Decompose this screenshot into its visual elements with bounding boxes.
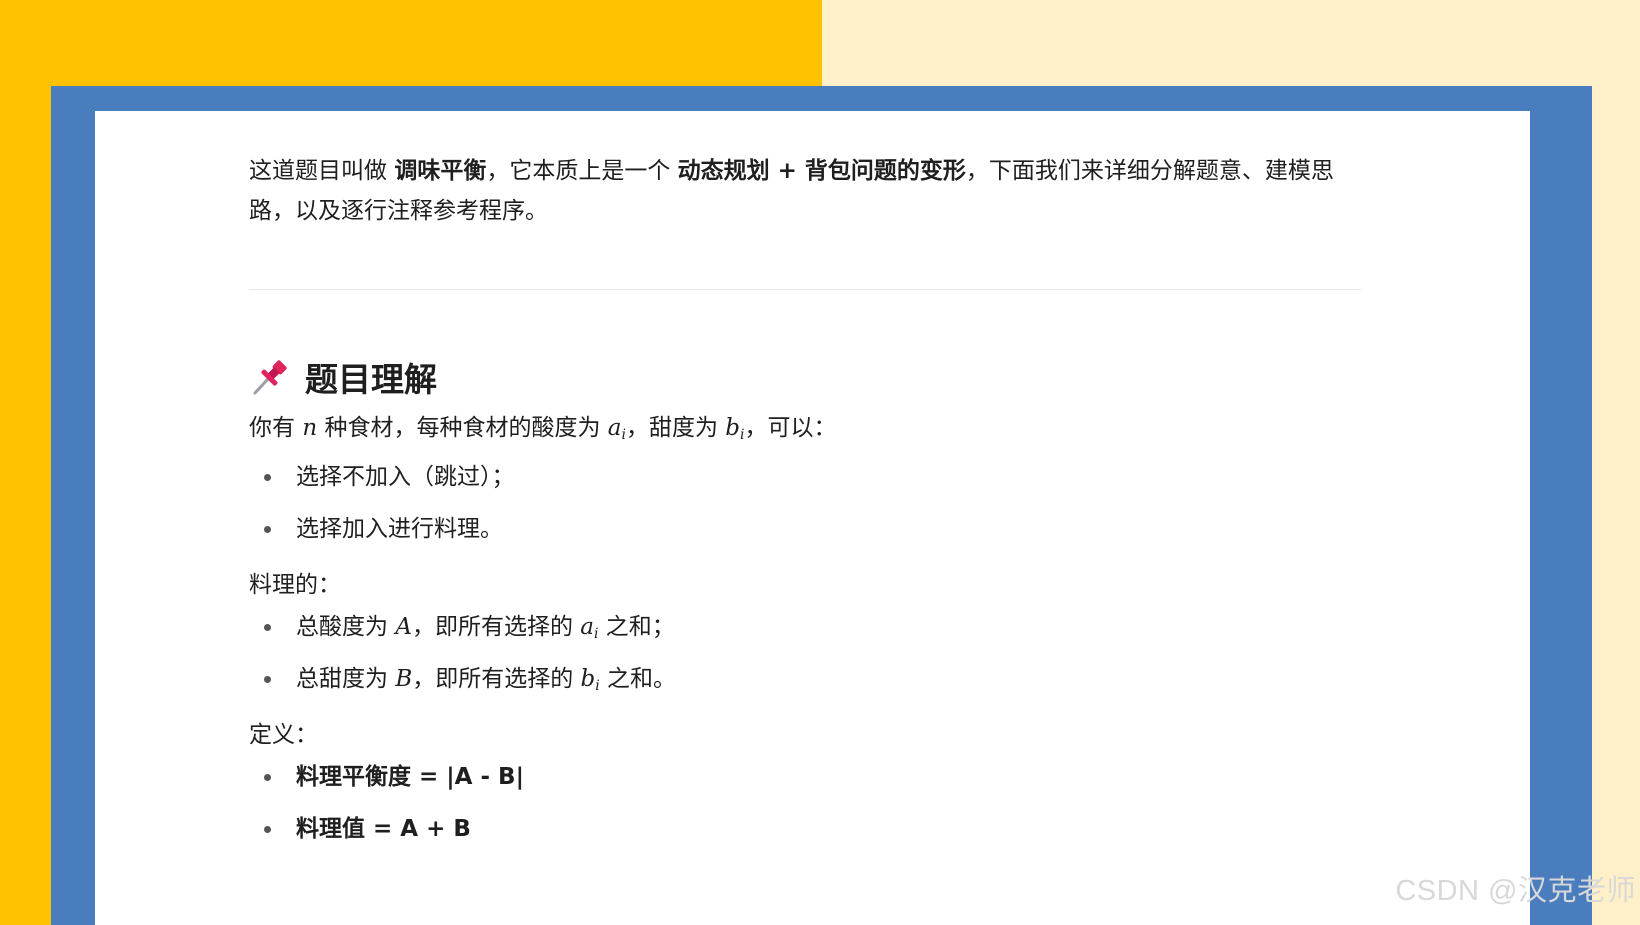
list-item: 料理值 = A + B [249,803,1369,855]
totals-list: 总酸度为 A，即所有选择的 ai 之和； 总甜度为 B，即所有选择的 bi 之和… [249,601,1369,705]
bullet-icon [264,676,271,683]
problem-category: 动态规划 + 背包问题的变形 [677,158,966,184]
problem-name: 调味平衡 [394,158,487,184]
watermark: CSDN @汉克老师 [1395,875,1636,907]
list-item: 选择加入进行料理。 [249,503,1369,555]
section-title: 题目理解 [305,360,437,399]
list-item: 料理平衡度 = |A - B| [249,751,1369,803]
dish-label: 料理的： [249,572,341,598]
pushpin-icon [249,356,291,398]
bullet-icon [264,624,271,631]
definition-label: 定义： [249,722,318,748]
intro-paragraph: 这道题目叫做 调味平衡，它本质上是一个 动态规划 + 背包问题的变形，下面我们来… [249,158,1334,224]
choice-list: 选择不加入（跳过）； 选择加入进行料理。 [249,451,1369,555]
document-content: 这道题目叫做 调味平衡，它本质上是一个 动态规划 + 背包问题的变形，下面我们来… [249,151,1369,855]
bullet-icon [264,826,271,833]
definition-list: 料理平衡度 = |A - B| 料理值 = A + B [249,751,1369,855]
document-page: 这道题目叫做 调味平衡，它本质上是一个 动态规划 + 背包问题的变形，下面我们来… [95,111,1530,925]
problem-description: 你有 n 种食材，每种食材的酸度为 ai，甜度为 bi，可以： [249,415,837,443]
section-heading: 题目理解 [249,354,1369,400]
list-item: 选择不加入（跳过）； [249,451,1369,503]
bullet-icon [264,526,271,533]
list-item: 总酸度为 A，即所有选择的 ai 之和； [249,601,1369,653]
horizontal-divider [249,289,1361,290]
bullet-icon [264,774,271,781]
bullet-icon [264,474,271,481]
list-item: 总甜度为 B，即所有选择的 bi 之和。 [249,653,1369,705]
